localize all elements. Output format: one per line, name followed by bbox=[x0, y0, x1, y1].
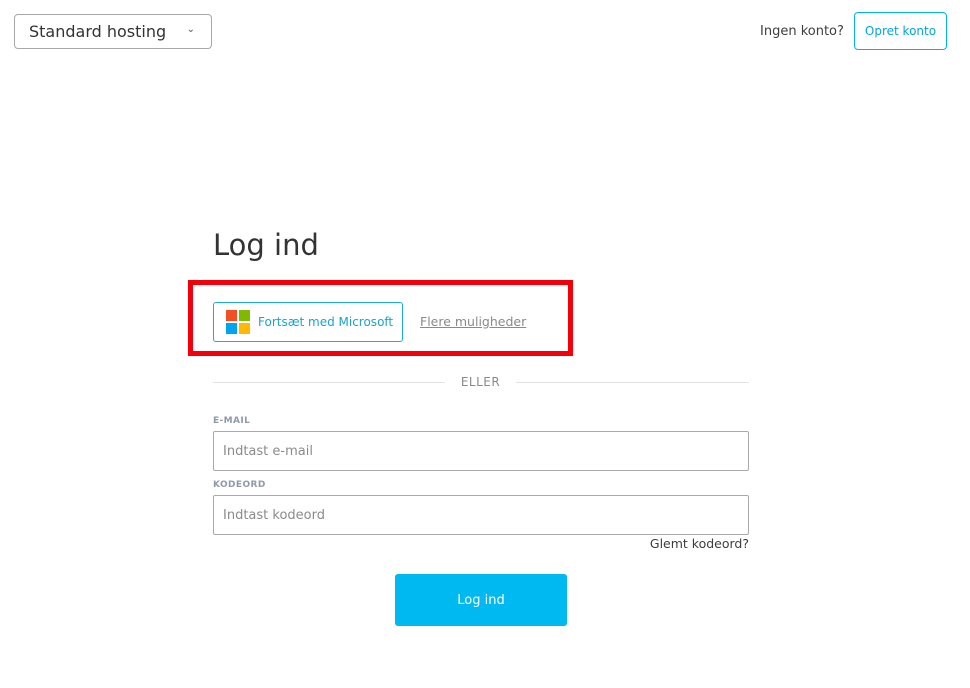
login-submit-button[interactable]: Log ind bbox=[395, 574, 567, 626]
continue-with-microsoft-button[interactable]: Fortsæt med Microsoft bbox=[213, 302, 403, 342]
microsoft-button-label: Fortsæt med Microsoft bbox=[258, 315, 394, 329]
password-field[interactable] bbox=[213, 495, 749, 535]
divider-left bbox=[213, 382, 445, 383]
hosting-type-select[interactable]: Standard hosting ⌄ bbox=[14, 14, 212, 49]
no-account-text: Ingen konto? bbox=[760, 24, 844, 39]
divider-right bbox=[516, 382, 749, 383]
forgot-password-link[interactable]: Glemt kodeord? bbox=[650, 536, 749, 551]
hosting-select-value: Standard hosting bbox=[29, 22, 167, 41]
create-account-button[interactable]: Opret konto bbox=[854, 12, 947, 50]
page-title: Log ind bbox=[213, 228, 319, 262]
chevron-down-icon: ⌄ bbox=[186, 24, 195, 35]
email-field[interactable] bbox=[213, 431, 749, 471]
more-options-link[interactable]: Flere muligheder bbox=[420, 314, 526, 329]
email-label: E-MAIL bbox=[213, 416, 251, 426]
microsoft-logo-icon bbox=[226, 310, 250, 334]
divider-text: ELLER bbox=[460, 375, 501, 389]
password-label: KODEORD bbox=[213, 480, 266, 490]
